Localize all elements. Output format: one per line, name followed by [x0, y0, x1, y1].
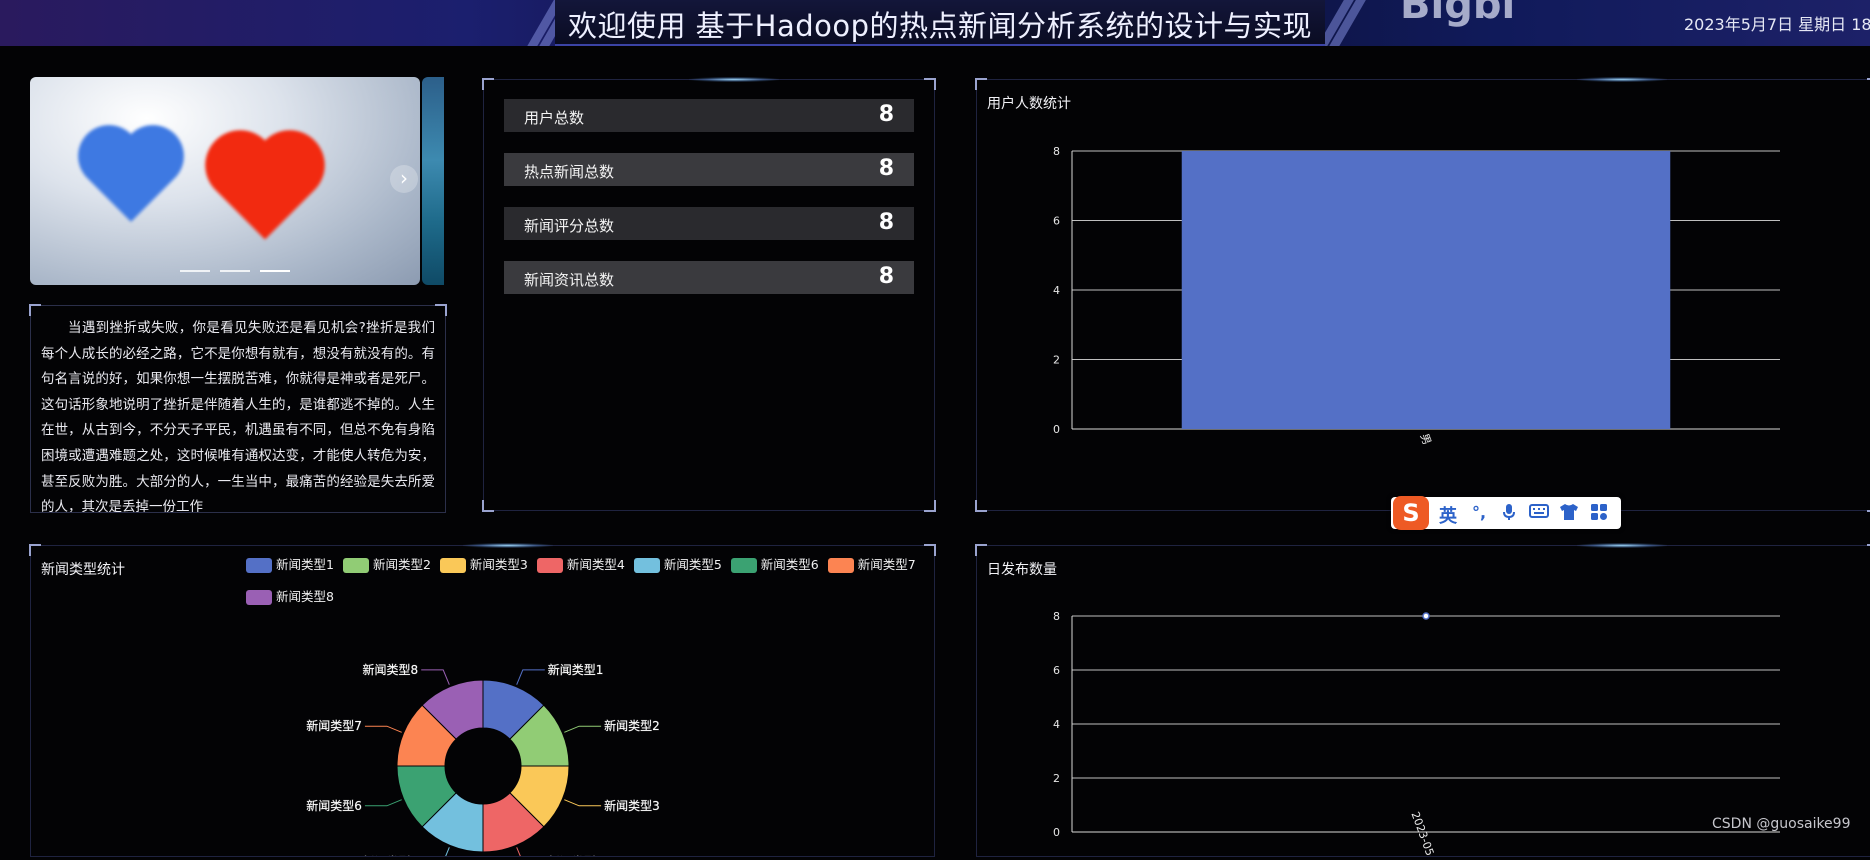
stat-row-ratings: 新闻评分总数 8	[504, 207, 914, 240]
y-tick-label: 4	[1053, 284, 1060, 297]
header-bar: 欢迎使用 基于Hadoop的热点新闻分析系统的设计与实现 Bigbi 2023年…	[0, 0, 1870, 46]
y-tick-label: 0	[1053, 826, 1060, 839]
pie-slice-label: 新闻类型6	[306, 798, 362, 813]
keyboard-icon[interactable]	[1529, 503, 1549, 523]
carousel-indicator-1[interactable]	[180, 270, 210, 272]
users-bar-chart: 0 2 4 6 8 男	[1053, 145, 1780, 447]
header-logo: Bigbi	[1400, 0, 1516, 28]
stat-value: 8	[878, 210, 894, 235]
panel-corner	[435, 304, 447, 316]
pie-slice-label: 新闻类型1	[548, 662, 604, 677]
stat-value: 8	[878, 264, 894, 289]
y-tick-label: 8	[1053, 145, 1060, 158]
stat-row-news-info: 新闻资讯总数 8	[504, 261, 914, 294]
daily-chart-title: 日发布数量	[987, 562, 1057, 578]
intro-text-panel: 当遇到挫折或失败，你是看见失败还是看见机会?挫折是我们每个人成长的必经之路，它不…	[29, 304, 447, 513]
carousel-next-button[interactable]: ›	[390, 165, 418, 193]
pie-label-line	[564, 725, 602, 733]
pie-label-line	[421, 669, 450, 685]
stat-value: 8	[878, 102, 894, 127]
types-chart-panel: 新闻类型统计 新闻类型1 新闻类型2 新闻类型3 新闻类型4 新闻类型5 新闻类型6 新闻类…	[29, 543, 936, 857]
panel-corner	[924, 78, 936, 90]
carousel-slide-hearts: ›	[30, 77, 420, 285]
pie-slice-label: 新闻类型7	[306, 718, 362, 733]
pie-slice-label: 新闻类型4	[548, 854, 604, 856]
carousel-indicator-2[interactable]	[220, 270, 250, 272]
y-tick-label: 2	[1053, 772, 1060, 785]
panel-corner	[924, 500, 936, 512]
panel-glow	[689, 77, 779, 82]
panel-corner	[975, 78, 987, 90]
pie-label-line	[364, 725, 402, 733]
ime-toolbar[interactable]: S 英 °,	[1391, 496, 1621, 530]
panel-corner	[975, 500, 987, 512]
users-chart-panel: 用户人数统计 0 2 4 6 8 男	[975, 77, 1870, 512]
types-pie-chart: 新闻类型1 新闻类型2 新闻类型3 新闻类型4 新闻类型5 新闻类型6 新闻类型7 新闻类型8	[306, 662, 660, 856]
daily-chart-panel: 日发布数量 0 2 4 6 8 2023-05-07	[975, 543, 1870, 860]
chevron-right-icon: ›	[400, 166, 408, 190]
red-heart-image	[215, 140, 315, 240]
pie-slice-label: 新闻类型2	[604, 718, 660, 733]
y-tick-label: 0	[1053, 423, 1060, 436]
y-tick-label: 8	[1053, 610, 1060, 623]
stat-label: 新闻资讯总数	[524, 271, 615, 289]
intro-text: 当遇到挫折或失败，你是看见失败还是看见机会?挫折是我们每个人成长的必经之路，它不…	[41, 320, 435, 512]
pie-label-line	[516, 669, 545, 685]
microphone-icon[interactable]	[1499, 503, 1519, 523]
panel-corner	[482, 500, 494, 512]
panel-glow	[1577, 77, 1667, 82]
stat-label: 热点新闻总数	[524, 163, 615, 181]
stat-value: 8	[878, 156, 894, 181]
carousel-indicator-3-active[interactable]	[260, 270, 290, 272]
x-tick-label: 2023-05-07	[1408, 810, 1442, 856]
ime-language-toggle[interactable]: 英	[1439, 502, 1457, 528]
stat-label: 用户总数	[524, 109, 585, 127]
daily-line-chart: 0 2 4 6 8 2023-05-07	[1053, 610, 1780, 860]
pie-label-line	[364, 799, 402, 807]
pie-label-line	[516, 847, 521, 856]
pie-slice-label: 新闻类型8	[363, 662, 419, 677]
y-tick-label: 2	[1053, 354, 1060, 367]
data-point	[1422, 612, 1430, 620]
pie-label-line	[445, 847, 450, 856]
sogou-logo-icon[interactable]: S	[1393, 496, 1429, 530]
bar	[1181, 151, 1671, 429]
panel-glow	[1577, 543, 1667, 548]
skin-icon[interactable]	[1559, 503, 1579, 523]
pie-slice-label: 新闻类型5	[363, 854, 419, 856]
punctuation-icon[interactable]: °,	[1469, 503, 1489, 523]
panel-corner	[975, 544, 987, 556]
pie-slice-label: 新闻类型3	[604, 798, 660, 813]
apps-icon[interactable]	[1589, 503, 1609, 523]
carousel-slide-peek	[422, 77, 444, 285]
stat-row-hot-news: 热点新闻总数 8	[504, 153, 914, 186]
panel-corner	[29, 304, 41, 316]
blue-heart-image	[87, 134, 175, 222]
y-tick-label: 6	[1053, 664, 1060, 677]
stat-label: 新闻评分总数	[524, 217, 615, 235]
stats-panel: 用户总数 8 热点新闻总数 8 新闻评分总数 8 新闻资讯总数 8	[482, 77, 936, 512]
users-chart-title: 用户人数统计	[987, 96, 1071, 112]
y-tick-label: 6	[1053, 215, 1060, 228]
pie-label-line	[564, 799, 602, 807]
x-tick-label: 男	[1418, 432, 1434, 447]
watermark-text: CSDN @guosaike99	[1712, 816, 1851, 832]
stat-row-users: 用户总数 8	[504, 99, 914, 132]
page-title: 欢迎使用 基于Hadoop的热点新闻分析系统的设计与实现	[567, 9, 1313, 43]
panel-corner	[482, 78, 494, 90]
header-date: 2023年5月7日 星期日 18	[1684, 15, 1870, 34]
image-carousel[interactable]: ›	[30, 77, 444, 285]
y-tick-label: 4	[1053, 718, 1060, 731]
